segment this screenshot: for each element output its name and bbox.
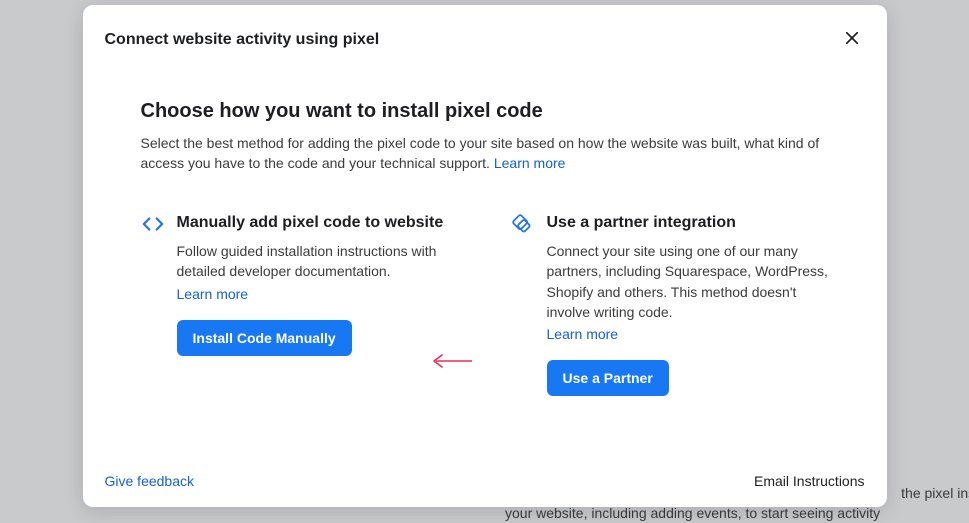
- option-partner-learn-more[interactable]: Learn more: [547, 326, 829, 342]
- option-manual: Manually add pixel code to website Follo…: [141, 212, 459, 397]
- modal-header: Connect website activity using pixel: [83, 5, 887, 66]
- modal-body: Choose how you want to install pixel cod…: [83, 66, 887, 459]
- use-a-partner-button[interactable]: Use a Partner: [547, 360, 669, 396]
- modal: Connect website activity using pixel Cho…: [83, 5, 887, 507]
- option-manual-title: Manually add pixel code to website: [177, 212, 459, 234]
- page-heading: Choose how you want to install pixel cod…: [141, 100, 829, 123]
- close-icon: [843, 29, 861, 50]
- option-partner-body: Use a partner integration Connect your s…: [547, 212, 829, 397]
- option-manual-body: Manually add pixel code to website Follo…: [177, 212, 459, 397]
- code-icon: [141, 213, 163, 235]
- give-feedback-link[interactable]: Give feedback: [105, 473, 195, 489]
- modal-title: Connect website activity using pixel: [105, 31, 380, 49]
- page-sub-text: Select the best method for adding the pi…: [141, 135, 820, 171]
- handshake-icon: [511, 213, 533, 235]
- backdrop-text-1: the pixel inst: [901, 485, 969, 501]
- backdrop-text-2: your website, including adding events, t…: [505, 505, 880, 521]
- modal-footer: Give feedback Email Instructions: [83, 459, 887, 507]
- install-code-manually-button[interactable]: Install Code Manually: [177, 320, 352, 356]
- close-button[interactable]: [839, 25, 865, 54]
- option-partner: Use a partner integration Connect your s…: [511, 212, 829, 397]
- option-manual-learn-more[interactable]: Learn more: [177, 286, 459, 302]
- option-partner-title: Use a partner integration: [547, 212, 829, 234]
- options-row: Manually add pixel code to website Follo…: [141, 212, 829, 397]
- learn-more-link[interactable]: Learn more: [494, 155, 566, 171]
- email-instructions-button[interactable]: Email Instructions: [754, 473, 864, 489]
- option-manual-desc: Follow guided installation instructions …: [177, 241, 459, 282]
- option-partner-desc: Connect your site using one of our many …: [547, 241, 829, 322]
- page-sub: Select the best method for adding the pi…: [141, 133, 829, 174]
